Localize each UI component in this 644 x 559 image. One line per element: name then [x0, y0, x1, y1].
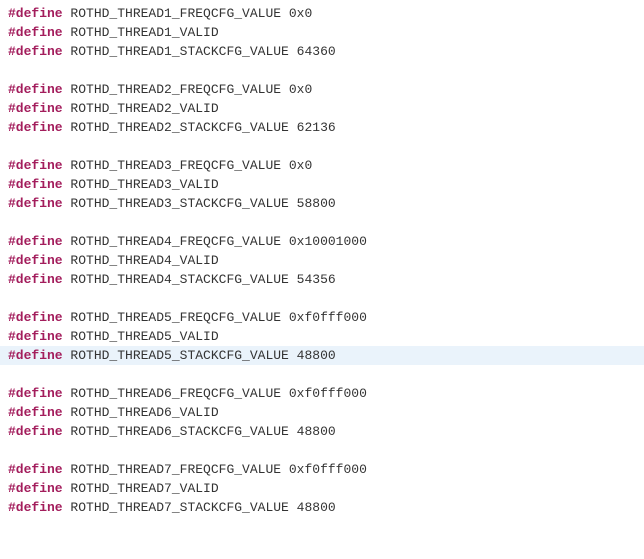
code-line: #define ROTHD_THREAD3_STACKCFG_VALUE 588… [8, 194, 636, 213]
macro-name: ROTHD_THREAD4_VALID [70, 253, 218, 268]
code-line: #define ROTHD_THREAD1_STACKCFG_VALUE 643… [8, 42, 636, 61]
macro-name: ROTHD_THREAD2_STACKCFG_VALUE [70, 120, 288, 135]
preproc-keyword: #define [8, 82, 63, 97]
macro-name: ROTHD_THREAD3_STACKCFG_VALUE [70, 196, 288, 211]
preproc-keyword: #define [8, 177, 63, 192]
code-line: #define ROTHD_THREAD4_STACKCFG_VALUE 543… [8, 270, 636, 289]
code-line: #define ROTHD_THREAD6_VALID [8, 403, 636, 422]
macro-name: ROTHD_THREAD5_STACKCFG_VALUE [70, 348, 288, 363]
blank-line [8, 289, 636, 308]
preproc-keyword: #define [8, 272, 63, 287]
macro-name: ROTHD_THREAD7_VALID [70, 481, 218, 496]
code-line: #define ROTHD_THREAD2_FREQCFG_VALUE 0x0 [8, 80, 636, 99]
code-line: #define ROTHD_THREAD4_VALID [8, 251, 636, 270]
code-line: #define ROTHD_THREAD5_FREQCFG_VALUE 0xf0… [8, 308, 636, 327]
macro-value: 48800 [297, 424, 336, 439]
code-line: #define ROTHD_THREAD7_FREQCFG_VALUE 0xf0… [8, 460, 636, 479]
macro-value: 58800 [297, 196, 336, 211]
macro-value: 48800 [297, 500, 336, 515]
macro-value: 54356 [297, 272, 336, 287]
preproc-keyword: #define [8, 329, 63, 344]
macro-name: ROTHD_THREAD3_VALID [70, 177, 218, 192]
code-line: #define ROTHD_THREAD1_VALID [8, 23, 636, 42]
preproc-keyword: #define [8, 481, 63, 496]
preproc-keyword: #define [8, 234, 63, 249]
preproc-keyword: #define [8, 6, 63, 21]
code-block: #define ROTHD_THREAD1_FREQCFG_VALUE 0x0#… [8, 4, 636, 517]
macro-name: ROTHD_THREAD5_VALID [70, 329, 218, 344]
code-line: #define ROTHD_THREAD7_STACKCFG_VALUE 488… [8, 498, 636, 517]
preproc-keyword: #define [8, 44, 63, 59]
macro-name: ROTHD_THREAD2_VALID [70, 101, 218, 116]
blank-line [8, 137, 636, 156]
preproc-keyword: #define [8, 386, 63, 401]
macro-name: ROTHD_THREAD1_FREQCFG_VALUE [70, 6, 281, 21]
preproc-keyword: #define [8, 348, 63, 363]
blank-line [8, 61, 636, 80]
macro-value: 0x0 [289, 158, 312, 173]
macro-name: ROTHD_THREAD7_STACKCFG_VALUE [70, 500, 288, 515]
code-line: #define ROTHD_THREAD3_VALID [8, 175, 636, 194]
preproc-keyword: #define [8, 424, 63, 439]
macro-value: 0xf0fff000 [289, 462, 367, 477]
macro-value: 0xf0fff000 [289, 310, 367, 325]
macro-value: 64360 [297, 44, 336, 59]
code-line: #define ROTHD_THREAD6_STACKCFG_VALUE 488… [8, 422, 636, 441]
code-line: #define ROTHD_THREAD5_VALID [8, 327, 636, 346]
macro-value: 48800 [297, 348, 336, 363]
code-line: #define ROTHD_THREAD1_FREQCFG_VALUE 0x0 [8, 4, 636, 23]
macro-name: ROTHD_THREAD6_STACKCFG_VALUE [70, 424, 288, 439]
preproc-keyword: #define [8, 158, 63, 173]
preproc-keyword: #define [8, 500, 63, 515]
macro-name: ROTHD_THREAD6_VALID [70, 405, 218, 420]
macro-name: ROTHD_THREAD6_FREQCFG_VALUE [70, 386, 281, 401]
macro-name: ROTHD_THREAD7_FREQCFG_VALUE [70, 462, 281, 477]
macro-name: ROTHD_THREAD4_FREQCFG_VALUE [70, 234, 281, 249]
blank-line [8, 365, 636, 384]
preproc-keyword: #define [8, 120, 63, 135]
code-line: #define ROTHD_THREAD2_STACKCFG_VALUE 621… [8, 118, 636, 137]
macro-value: 0x0 [289, 6, 312, 21]
macro-value: 0x0 [289, 82, 312, 97]
macro-value: 62136 [297, 120, 336, 135]
preproc-keyword: #define [8, 196, 63, 211]
macro-value: 0x10001000 [289, 234, 367, 249]
code-line: #define ROTHD_THREAD4_FREQCFG_VALUE 0x10… [8, 232, 636, 251]
code-line: #define ROTHD_THREAD2_VALID [8, 99, 636, 118]
blank-line [8, 441, 636, 460]
macro-name: ROTHD_THREAD4_STACKCFG_VALUE [70, 272, 288, 287]
blank-line [8, 213, 636, 232]
code-line: #define ROTHD_THREAD7_VALID [8, 479, 636, 498]
code-line: #define ROTHD_THREAD6_FREQCFG_VALUE 0xf0… [8, 384, 636, 403]
preproc-keyword: #define [8, 101, 63, 116]
preproc-keyword: #define [8, 310, 63, 325]
code-line: #define ROTHD_THREAD3_FREQCFG_VALUE 0x0 [8, 156, 636, 175]
macro-name: ROTHD_THREAD3_FREQCFG_VALUE [70, 158, 281, 173]
code-line: #define ROTHD_THREAD5_STACKCFG_VALUE 488… [0, 346, 644, 365]
macro-name: ROTHD_THREAD1_STACKCFG_VALUE [70, 44, 288, 59]
macro-name: ROTHD_THREAD1_VALID [70, 25, 218, 40]
macro-name: ROTHD_THREAD5_FREQCFG_VALUE [70, 310, 281, 325]
preproc-keyword: #define [8, 405, 63, 420]
preproc-keyword: #define [8, 462, 63, 477]
preproc-keyword: #define [8, 253, 63, 268]
macro-name: ROTHD_THREAD2_FREQCFG_VALUE [70, 82, 281, 97]
preproc-keyword: #define [8, 25, 63, 40]
macro-value: 0xf0fff000 [289, 386, 367, 401]
